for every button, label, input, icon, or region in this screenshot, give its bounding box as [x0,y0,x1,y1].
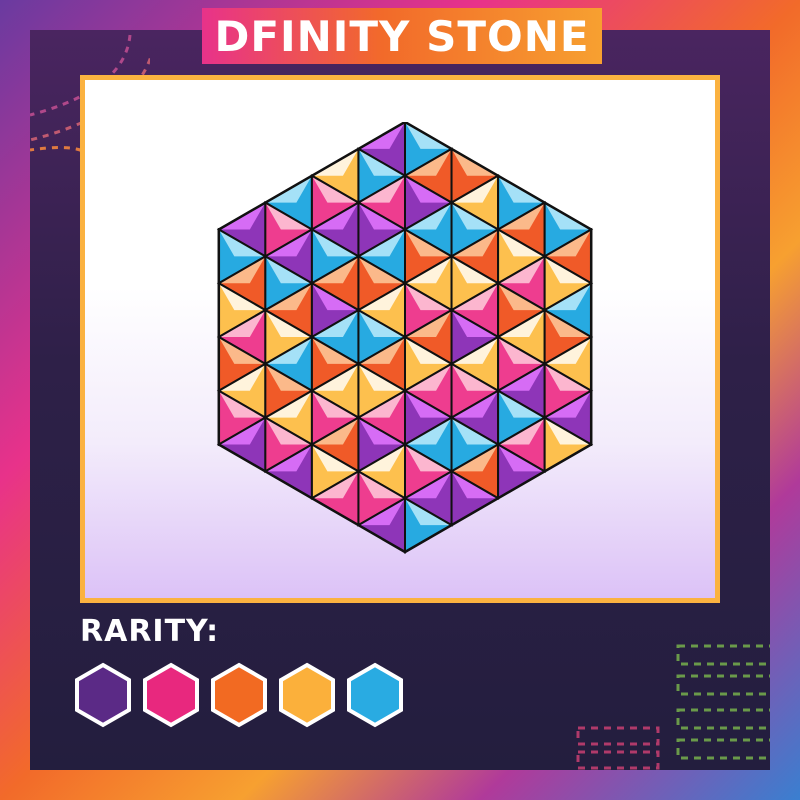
artwork-background [85,80,715,598]
rarity-swatch-1 [75,662,131,728]
rarity-swatch-5 [347,662,403,728]
rarity-swatch-2 [143,662,199,728]
nft-card: DFINITY STONE RARITY: [0,0,800,800]
rarity-label: RARITY: [80,614,220,649]
hexagon-gem-icon [216,122,594,554]
decorative-dashes-bottom-right [576,644,770,770]
rarity-swatch-4 [279,662,335,728]
card-title: DFINITY STONE [214,11,590,61]
artwork-frame [80,75,720,603]
title-banner: DFINITY STONE [202,8,602,64]
rarity-swatch-3 [211,662,267,728]
rarity-swatches [74,662,404,728]
